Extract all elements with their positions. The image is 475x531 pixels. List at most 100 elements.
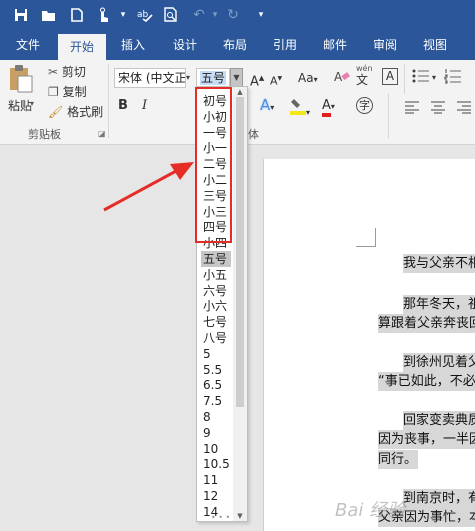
change-case-dropdown-icon: ▾	[313, 75, 318, 84]
bullets-dropdown-icon[interactable]: ▾	[432, 70, 436, 86]
touch-mode-dropdown-icon[interactable]: ▾	[114, 0, 132, 30]
font-color-label: A	[322, 99, 331, 117]
print-preview-icon[interactable]	[162, 0, 180, 30]
bullets-icon	[412, 69, 429, 83]
align-center-icon	[431, 101, 445, 114]
new-document-icon[interactable]	[68, 0, 86, 30]
customize-icon[interactable]: ▾	[252, 0, 270, 30]
font-size-option[interactable]: 6.5	[201, 377, 231, 393]
group-divider	[404, 64, 405, 94]
tab-view[interactable]: 视图	[414, 30, 456, 60]
font-size-option[interactable]: 小六	[201, 298, 231, 314]
align-left-icon	[405, 101, 419, 114]
clipboard-launcher-icon[interactable]: ◪	[98, 126, 106, 142]
highlight-box	[195, 87, 232, 243]
format-painter-label: 格式刷	[67, 105, 104, 119]
highlight-button[interactable]: ▾	[290, 97, 310, 121]
font-size-combo[interactable]: 五号	[196, 68, 230, 88]
align-left-button[interactable]	[404, 100, 420, 118]
font-color-dropdown-icon: ▾	[330, 102, 335, 111]
eraser-icon: A	[334, 70, 350, 84]
cut-button[interactable]: ✂ 剪切	[48, 64, 86, 80]
document-line[interactable]: 因为丧事，一半因	[378, 430, 475, 449]
red-arrow-icon	[103, 162, 194, 212]
font-size-option[interactable]: 六号	[201, 283, 231, 299]
tab-mailings[interactable]: 邮件	[314, 30, 356, 60]
phonetic-guide-button[interactable]: wén 文	[356, 64, 373, 87]
tab-design[interactable]: 设计	[164, 30, 206, 60]
align-right-icon	[457, 101, 471, 114]
tab-insert[interactable]: 插入	[112, 30, 154, 60]
font-size-option[interactable]: 五号	[201, 251, 231, 267]
align-right-button[interactable]	[456, 100, 472, 118]
copy-button[interactable]: ❐ 复制	[48, 84, 87, 100]
document-line[interactable]: 同行。	[378, 450, 418, 469]
italic-button[interactable]: I	[142, 98, 147, 114]
font-size-option[interactable]: 7.5	[201, 393, 231, 409]
font-size-option[interactable]: 八号	[201, 330, 231, 346]
font-name-dropdown-icon[interactable]: ▾	[186, 70, 190, 86]
scroll-down-icon[interactable]: ▼	[233, 511, 247, 521]
scroll-up-icon[interactable]: ▲	[233, 87, 247, 97]
document-line[interactable]: 回家变卖典质	[403, 411, 475, 430]
tab-file[interactable]: 文件	[8, 30, 48, 60]
open-folder-icon[interactable]	[40, 0, 58, 30]
tab-layout[interactable]: 布局	[214, 30, 256, 60]
redo-icon[interactable]: ↻	[224, 0, 242, 30]
font-color-button[interactable]: A▾	[322, 97, 335, 117]
copy-label: 复制	[62, 85, 87, 99]
save-icon[interactable]	[12, 0, 30, 30]
phonetic-guide-label: wén	[356, 64, 373, 73]
format-painter-button[interactable]: 🖌 格式刷	[48, 104, 103, 120]
scissors-icon: ✂	[48, 65, 59, 79]
font-size-option[interactable]: 9	[201, 425, 231, 441]
tab-review[interactable]: 审阅	[364, 30, 406, 60]
undo-dropdown-icon[interactable]: ▾	[206, 0, 224, 30]
font-group-label: 体	[248, 128, 259, 141]
touch-mode-icon[interactable]	[94, 0, 112, 30]
font-size-option[interactable]: 5.5	[201, 362, 231, 378]
document-line[interactable]: 算跟着父亲奔丧回	[378, 314, 475, 333]
font-size-option[interactable]: 小五	[201, 267, 231, 283]
numbering-button[interactable]	[444, 68, 462, 88]
document-line[interactable]: “事已如此，不必	[378, 372, 475, 391]
scrollbar-thumb[interactable]	[236, 97, 244, 407]
font-size-dropdown-icon[interactable]: ▼	[230, 68, 243, 88]
font-size-option[interactable]: 8	[201, 409, 231, 425]
change-case-label: Aa	[298, 71, 314, 85]
character-border-button[interactable]: A	[382, 68, 398, 85]
tab-references[interactable]: 引用	[264, 30, 306, 60]
paste-dropdown-icon[interactable]: ▾	[30, 96, 34, 112]
phonetic-guide-icon: 文	[356, 73, 369, 87]
resize-grip-icon[interactable]: • • •	[211, 514, 230, 522]
bullets-button[interactable]	[412, 68, 430, 88]
document-line[interactable]: 我与父亲不相	[403, 254, 475, 273]
clipboard-group-label: 剪贴板	[28, 128, 61, 141]
svg-text:ab: ab	[137, 10, 149, 20]
font-size-option[interactable]: 10	[201, 441, 231, 457]
ribbon-tabs: 文件 开始 插入 设计 布局 引用 邮件 审阅 视图	[0, 30, 475, 60]
text-effects-button[interactable]: A▾	[260, 97, 274, 116]
grow-font-button[interactable]: A▲	[250, 70, 264, 90]
tab-home[interactable]: 开始	[58, 34, 106, 60]
grow-font-icon: ▲	[258, 74, 265, 82]
spelling-icon[interactable]: ab	[136, 0, 154, 30]
document-line[interactable]: 那年冬天，祖	[403, 295, 475, 314]
bold-button[interactable]: B	[118, 98, 128, 114]
font-size-option[interactable]: 10.5	[201, 456, 231, 472]
change-case-button[interactable]: Aa▾	[298, 70, 318, 88]
document-line[interactable]: 到徐州见着父	[403, 353, 475, 372]
font-size-option[interactable]: 12	[201, 488, 231, 504]
font-size-option[interactable]: 七号	[201, 314, 231, 330]
svg-text:Bai 经验: Bai 经验	[335, 500, 407, 521]
font-name-combo[interactable]: 宋体 (中文正	[114, 68, 186, 88]
font-size-option[interactable]: 11	[201, 472, 231, 488]
clear-formatting-button[interactable]: A	[334, 68, 350, 88]
font-size-value: 五号	[200, 71, 227, 85]
enclose-characters-button[interactable]: 字	[356, 97, 373, 114]
numbering-icon	[444, 69, 461, 84]
document-page[interactable]	[263, 159, 475, 531]
font-size-option[interactable]: 5	[201, 346, 231, 362]
align-center-button[interactable]	[430, 100, 446, 118]
shrink-font-button[interactable]: A▼	[270, 71, 282, 90]
